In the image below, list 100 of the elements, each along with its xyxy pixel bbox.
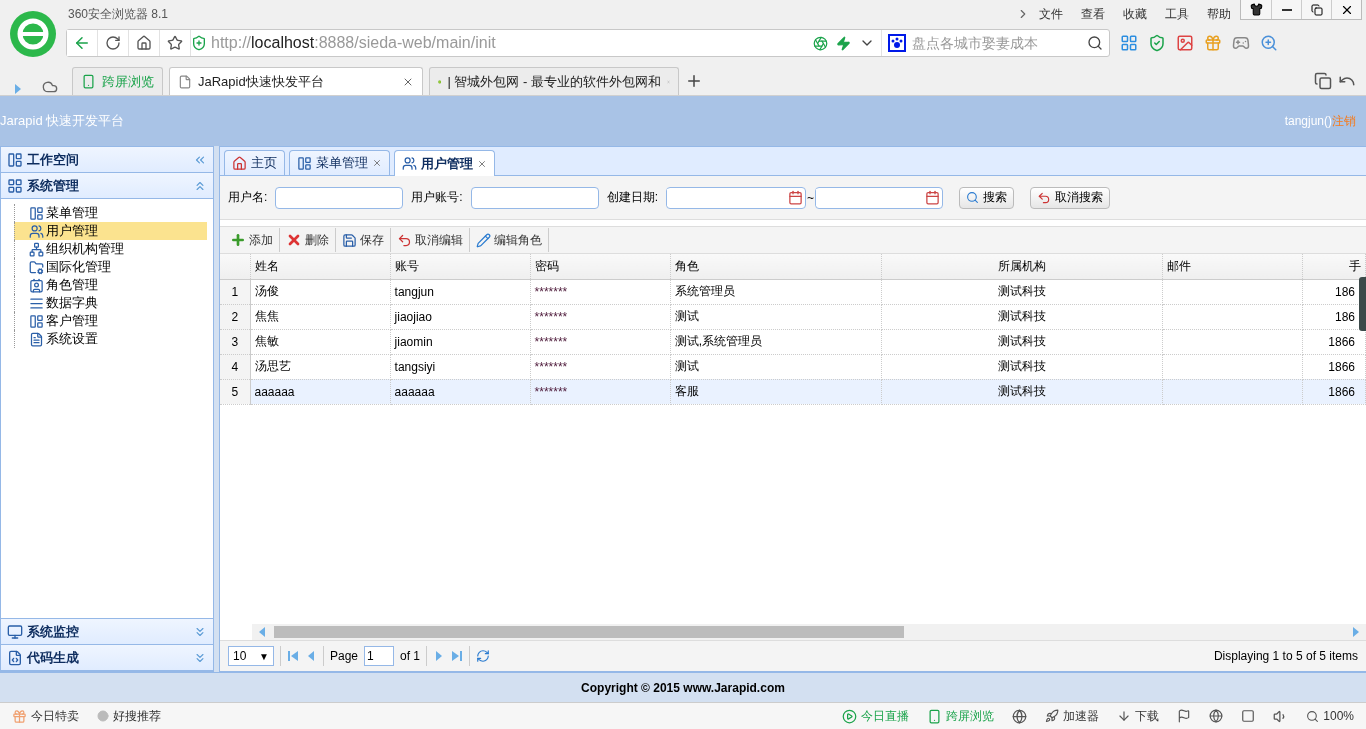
panel-header[interactable]: 系统监控 [1,618,213,645]
browser-tab[interactable]: | 智城外包网 - 最专业的软件外包网和 [429,67,679,95]
tree-item[interactable]: 国际化管理 [14,258,207,276]
browser-title: 360安全浏览器 8.1 [68,5,170,23]
close-button[interactable] [1331,0,1361,19]
tabs-icon[interactable] [1314,72,1332,90]
status-item[interactable]: 加速器 [1045,707,1100,725]
minimize-icon [1281,8,1292,11]
close-icon[interactable] [372,158,382,168]
menu-item[interactable]: 帮助 [1198,5,1240,23]
tree-item[interactable]: 数据字典 [14,294,207,312]
column-header[interactable]: 姓名 [250,254,391,279]
apps-icon[interactable] [1120,34,1138,52]
gamepad-icon[interactable] [1232,34,1250,52]
cancel-search-button[interactable]: 取消搜索 [1030,186,1111,209]
lightning-icon [836,35,851,51]
dot-icon [97,710,109,722]
tree-item[interactable]: 用户管理 [14,222,207,240]
content-tab[interactable]: 主页 [224,150,285,175]
first-page-icon[interactable] [287,650,299,662]
column-header[interactable]: 密码 [530,254,671,279]
browser-tab[interactable]: JaRapid快速快发平台 [169,67,423,95]
flag-icon[interactable] [1177,709,1192,723]
column-header[interactable]: 角色 [670,254,882,279]
panel-icon [297,155,312,171]
panel-header[interactable]: 工作空间 [1,146,213,173]
users-icon [29,223,44,239]
restore-icon [1310,3,1323,16]
add-button[interactable]: 添加 [224,228,280,252]
zoom-level[interactable]: 100% [1306,709,1354,723]
refresh-icon[interactable] [476,649,491,663]
status-item[interactable]: 今日特卖 [12,707,79,725]
table-cell: aaaaaa [390,379,531,404]
row-number: 4 [220,354,250,379]
page-size-select[interactable]: 10 ▼ [228,646,274,666]
tree-item[interactable]: 组织机构管理 [14,240,207,258]
browser-icon[interactable] [1209,709,1224,723]
pager-info: Displaying 1 to 5 of 5 items [1213,649,1358,663]
account-field[interactable] [470,186,599,209]
new-tab-icon[interactable] [685,72,703,90]
username-field[interactable] [275,186,404,209]
shield-icon[interactable] [1148,34,1166,52]
code-file-icon [7,649,23,666]
gift-icon[interactable] [1204,34,1222,52]
menu-item[interactable]: 查看 [1072,5,1114,23]
column-header[interactable]: 所属机构 [881,254,1163,279]
search-button[interactable]: 搜索 [959,186,1015,209]
field-label: 用户名: [228,189,268,206]
search-field[interactable]: 盘点各城市娶妻成本 [881,30,1109,56]
magnifier-icon[interactable] [1260,34,1278,52]
plus-icon [230,232,246,248]
window-icon[interactable] [1241,709,1256,723]
search-icon [1087,35,1103,51]
horizontal-scrollbar[interactable] [252,624,1366,640]
minimize-button[interactable] [1271,0,1301,19]
row-number: 3 [220,329,250,354]
save-button[interactable]: 保存 [336,228,391,252]
row-number: 1 [220,279,250,304]
table-cell: aaaaaa [250,379,391,404]
star-icon [167,35,183,51]
content-tab[interactable]: 用户管理 [394,150,495,176]
range-separator: ~ [807,190,815,205]
content-tab[interactable]: 菜单管理 [289,150,390,175]
reader-icon[interactable] [1176,34,1194,52]
panel-header[interactable]: 系统管理 [1,172,213,199]
shield-icon [191,35,207,51]
row-number: 5 [220,379,250,404]
column-header[interactable]: 账号 [390,254,531,279]
last-page-icon[interactable] [451,650,464,662]
tree-item[interactable]: 客户管理 [14,312,207,330]
zoom-icon [1306,709,1320,723]
column-header[interactable]: 手 [1302,254,1366,279]
edit-role-button[interactable]: 编辑角色 [470,228,549,252]
field-label: 创建日期: [606,189,659,206]
maximize-button[interactable] [1301,0,1331,19]
page-field[interactable]: 1 [364,646,395,666]
cancel-edit-button[interactable]: 取消编辑 [391,228,470,252]
address-field[interactable]: http://localhost:8888/sieda-web/main/init [211,34,813,52]
status-item[interactable]: 下载 [1117,707,1160,725]
menu-item[interactable]: 收藏 [1114,5,1156,23]
date-field[interactable] [815,186,944,209]
column-header[interactable]: 邮件 [1162,254,1303,279]
pencil-icon [476,232,491,248]
panel-header[interactable]: 代码生成 [1,644,213,671]
delete-button[interactable]: 删除 [280,228,336,252]
phone-icon [927,708,943,724]
menu-item[interactable]: 工具 [1156,5,1198,23]
panel-icon [29,205,44,221]
status-item[interactable]: 好搜推荐 [97,707,161,725]
paw-icon [888,34,906,52]
tree-item[interactable]: 角色管理 [14,276,207,294]
tree-item[interactable]: 系统设置 [14,330,207,348]
table-cell: 客服 [670,379,882,404]
menu-item[interactable]: 文件 [1030,5,1072,23]
cloud-icon[interactable] [42,79,58,95]
date-field[interactable] [666,186,807,209]
skin-button[interactable] [1241,0,1271,19]
undo-icon [397,232,412,248]
aperture-icon [813,35,828,51]
close-icon[interactable] [477,158,487,169]
